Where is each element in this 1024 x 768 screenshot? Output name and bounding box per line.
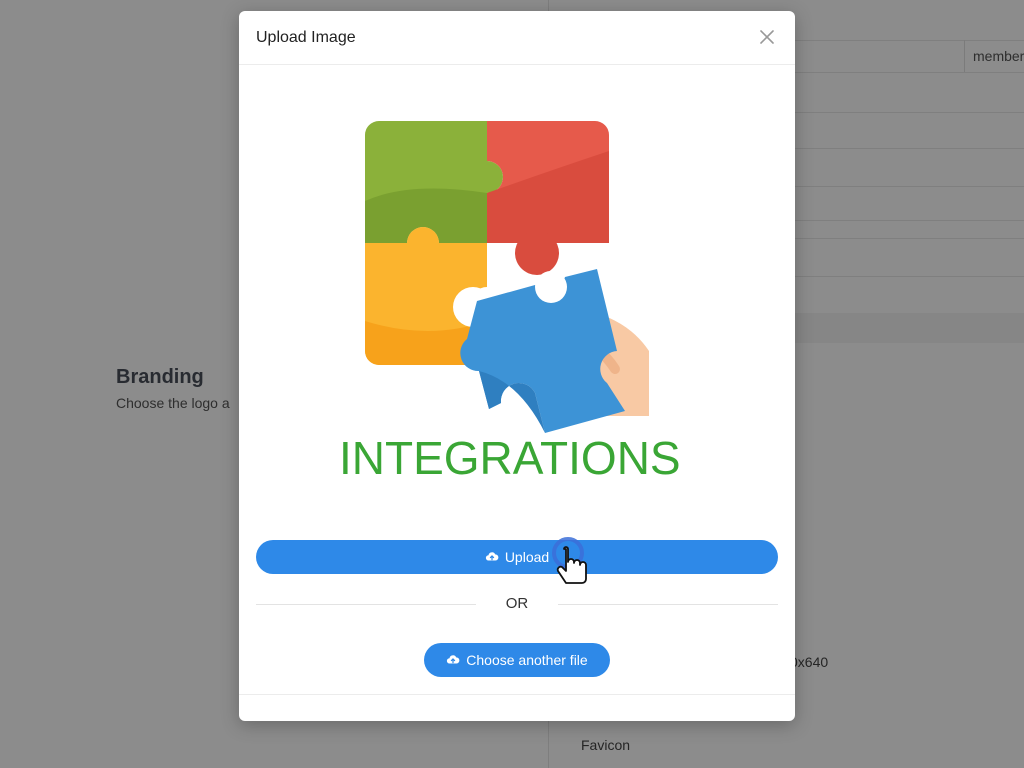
cloud-upload-icon — [485, 552, 499, 561]
cloud-upload-icon — [447, 655, 460, 664]
preview-caption-text: INTEGRATIONS — [339, 432, 681, 484]
close-icon[interactable] — [755, 25, 779, 49]
upload-button[interactable]: Upload — [256, 540, 778, 574]
divider-line — [558, 604, 778, 605]
upload-image-modal: Upload Image INTEGRATIONS Upload OR Choo… — [239, 11, 795, 721]
or-divider: OR — [256, 594, 778, 614]
modal-header: Upload Image — [239, 11, 795, 65]
modal-title: Upload Image — [256, 29, 356, 46]
modal-footer-divider — [239, 694, 795, 695]
image-preview: INTEGRATIONS — [339, 111, 681, 491]
upload-button-label: Upload — [504, 549, 550, 565]
choose-button-label: Choose another file — [466, 652, 588, 668]
choose-another-file-button[interactable]: Choose another file — [424, 643, 610, 677]
